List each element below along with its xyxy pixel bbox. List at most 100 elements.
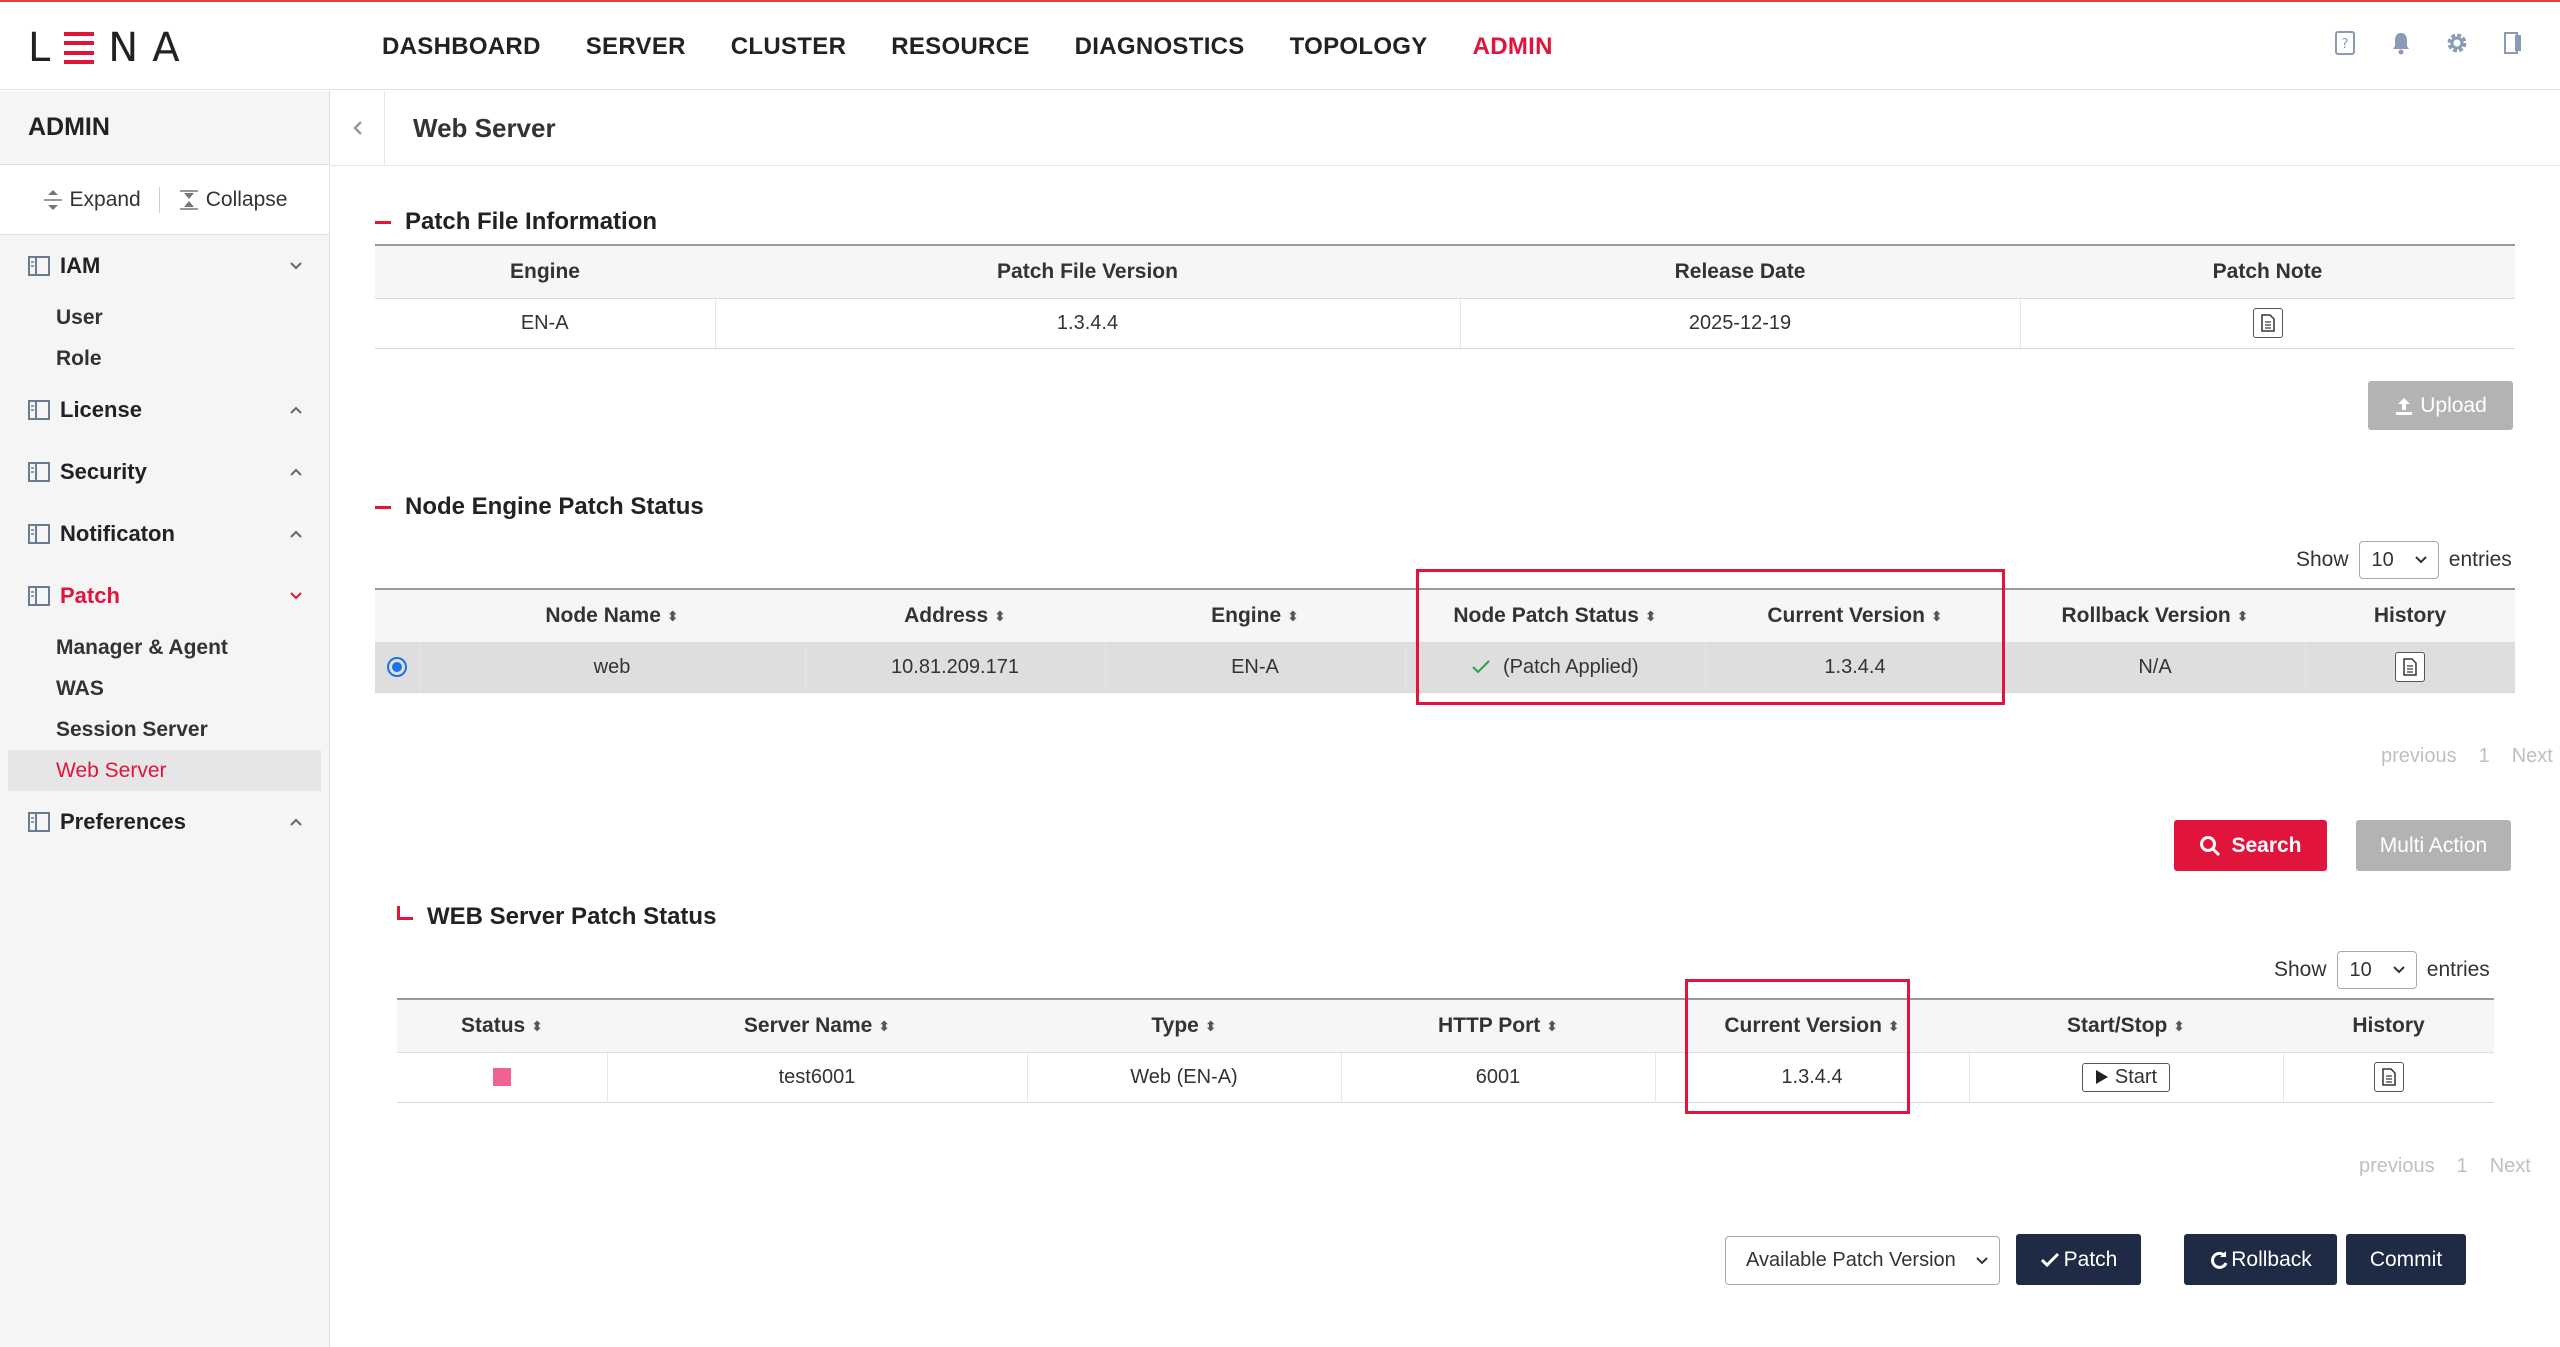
rollback-button[interactable]: Rollback <box>2184 1234 2337 1285</box>
sidebar-item-session-server[interactable]: Session Server <box>0 709 329 750</box>
multi-action-button[interactable]: Multi Action <box>2356 820 2511 871</box>
col-address[interactable]: Address ⬍ <box>805 588 1105 643</box>
col-engine[interactable]: Engine ⬍ <box>1105 588 1405 643</box>
history-button[interactable] <box>2395 652 2426 682</box>
chevron-down-icon <box>2415 556 2427 564</box>
cell-current-version: 1.3.4.4 <box>1704 642 2005 693</box>
col-current-version[interactable]: Current Version ⬍ <box>1655 998 1969 1053</box>
page-number[interactable]: 1 <box>2457 1155 2468 1178</box>
chevron-down-icon <box>289 259 303 273</box>
previous-page-link[interactable]: previous <box>2381 745 2457 768</box>
top-bar: L NA DASHBOARD SERVER CLUSTER RESOURCE D… <box>0 0 2560 90</box>
nav-admin[interactable]: ADMIN <box>1473 33 1553 61</box>
menu-head-iam[interactable]: IAM <box>0 235 329 297</box>
cell-history <box>2282 1052 2494 1103</box>
web-show-entries: Show 10 entries <box>2274 951 2490 989</box>
row-radio[interactable] <box>386 657 407 678</box>
nav-server[interactable]: SERVER <box>586 33 686 61</box>
menu-label-patch: Patch <box>60 583 120 608</box>
menu-group-preferences: Preferences <box>0 791 329 853</box>
col-status[interactable]: Status ⬍ <box>397 998 607 1053</box>
node-page-size-select[interactable]: 10 <box>2358 541 2439 579</box>
col-http-port[interactable]: HTTP Port ⬍ <box>1341 998 1655 1053</box>
chevron-up-icon <box>289 527 303 541</box>
menu-label-preferences: Preferences <box>60 809 186 834</box>
menu-head-license[interactable]: License <box>0 379 329 441</box>
search-button[interactable]: Search <box>2174 820 2327 871</box>
lena-logo[interactable]: L NA <box>28 25 194 71</box>
table-row: test6001 Web (EN-A) 6001 1.3.4.4 Start <box>397 1052 2494 1103</box>
menu-head-security[interactable]: Security <box>0 441 329 503</box>
previous-page-link[interactable]: previous <box>2359 1155 2435 1178</box>
sidebar-item-manager-agent[interactable]: Manager & Agent <box>0 627 329 668</box>
play-icon <box>2095 1070 2108 1084</box>
next-page-link[interactable]: Next <box>2490 1155 2531 1178</box>
bell-icon[interactable] <box>2388 30 2414 56</box>
entries-label: entries <box>2426 958 2490 981</box>
col-node-patch-status[interactable]: Node Patch Status ⬍ <box>1405 588 1705 643</box>
history-button[interactable] <box>2373 1062 2404 1092</box>
col-patch-file-version: Patch File Version <box>715 244 1460 299</box>
menu-head-notification[interactable]: Notificaton <box>0 503 329 565</box>
collapse-label: Collapse <box>205 187 288 211</box>
expand-button[interactable]: Expand <box>42 188 141 212</box>
col-current-version[interactable]: Current Version ⬍ <box>1705 588 2005 643</box>
chevron-up-icon <box>289 815 303 829</box>
sidebar: ADMIN Expand Collapse IAM User Role Lice… <box>0 91 330 1347</box>
col-type[interactable]: Type ⬍ <box>1027 998 1341 1053</box>
chevron-up-icon <box>289 465 303 479</box>
sort-icon: ⬍ <box>1287 607 1299 624</box>
start-button[interactable]: Start <box>2081 1062 2171 1092</box>
sort-icon: ⬍ <box>994 607 1006 624</box>
sort-icon: ⬍ <box>666 607 679 624</box>
sidebar-item-role[interactable]: Role <box>0 338 329 379</box>
patch-version-select[interactable]: Available Patch Version <box>1725 1236 2000 1285</box>
chevron-up-icon <box>289 403 303 417</box>
upload-button[interactable]: Upload <box>2368 381 2513 430</box>
col-node-name[interactable]: Node Name ⬍ <box>419 588 805 643</box>
sidebar-item-was[interactable]: WAS <box>0 668 329 709</box>
gear-icon[interactable] <box>2444 30 2470 56</box>
cell-version: 1.3.4.4 <box>714 298 1460 349</box>
nav-diagnostics[interactable]: DIAGNOSTICS <box>1075 33 1245 61</box>
menu-group-notification: Notificaton <box>0 503 329 565</box>
expand-label: Expand <box>69 187 141 211</box>
section-marker <box>375 505 391 509</box>
search-icon <box>2200 835 2221 856</box>
nav-resource[interactable]: RESOURCE <box>891 33 1029 61</box>
commit-label: Commit <box>2369 1247 2443 1271</box>
menu-label-security: Security <box>60 459 147 484</box>
next-page-link[interactable]: Next <box>2512 745 2553 768</box>
patch-status-text: (Patch Applied) <box>1502 655 1639 678</box>
cell-engine: EN-A <box>1104 642 1405 693</box>
logout-icon[interactable] <box>2500 30 2526 56</box>
menu-head-preferences[interactable]: Preferences <box>0 791 329 853</box>
collapse-button[interactable]: Collapse <box>178 187 288 212</box>
col-server-name[interactable]: Server Name ⬍ <box>607 998 1027 1053</box>
nav-cluster[interactable]: CLUSTER <box>731 33 846 61</box>
nav-dashboard[interactable]: DASHBOARD <box>382 33 541 61</box>
show-label: Show <box>2296 548 2349 571</box>
patch-button[interactable]: Patch <box>2016 1234 2141 1285</box>
col-start-stop[interactable]: Start/Stop ⬍ <box>1969 998 2283 1053</box>
section-title-node-status: Node Engine Patch Status <box>375 493 704 521</box>
patch-version-value: Available Patch Version <box>1746 1249 1956 1271</box>
web-page-size-select[interactable]: 10 <box>2336 951 2417 989</box>
nav-topology[interactable]: TOPOLOGY <box>1290 33 1428 61</box>
document-icon <box>2261 314 2275 332</box>
cell-release-date: 2025-12-19 <box>1459 298 2020 349</box>
cell-select[interactable] <box>375 642 419 693</box>
patch-label: Patch <box>2063 1247 2118 1271</box>
menu-label-notification: Notificaton <box>60 521 175 546</box>
table-row[interactable]: web 10.81.209.171 EN-A (Patch Applied) 1… <box>375 642 2515 693</box>
collapse-sidebar-button[interactable] <box>331 90 385 166</box>
node-show-entries: Show 10 entries <box>2296 541 2512 579</box>
patch-note-button[interactable] <box>2252 308 2283 338</box>
menu-head-patch[interactable]: Patch <box>0 565 329 627</box>
col-rollback-version[interactable]: Rollback Version ⬍ <box>2005 588 2305 643</box>
page-number[interactable]: 1 <box>2479 745 2490 768</box>
commit-button[interactable]: Commit <box>2346 1234 2466 1285</box>
sidebar-item-user[interactable]: User <box>0 297 329 338</box>
sidebar-item-web-server[interactable]: Web Server <box>8 750 321 791</box>
help-icon[interactable]: ? <box>2332 30 2358 56</box>
